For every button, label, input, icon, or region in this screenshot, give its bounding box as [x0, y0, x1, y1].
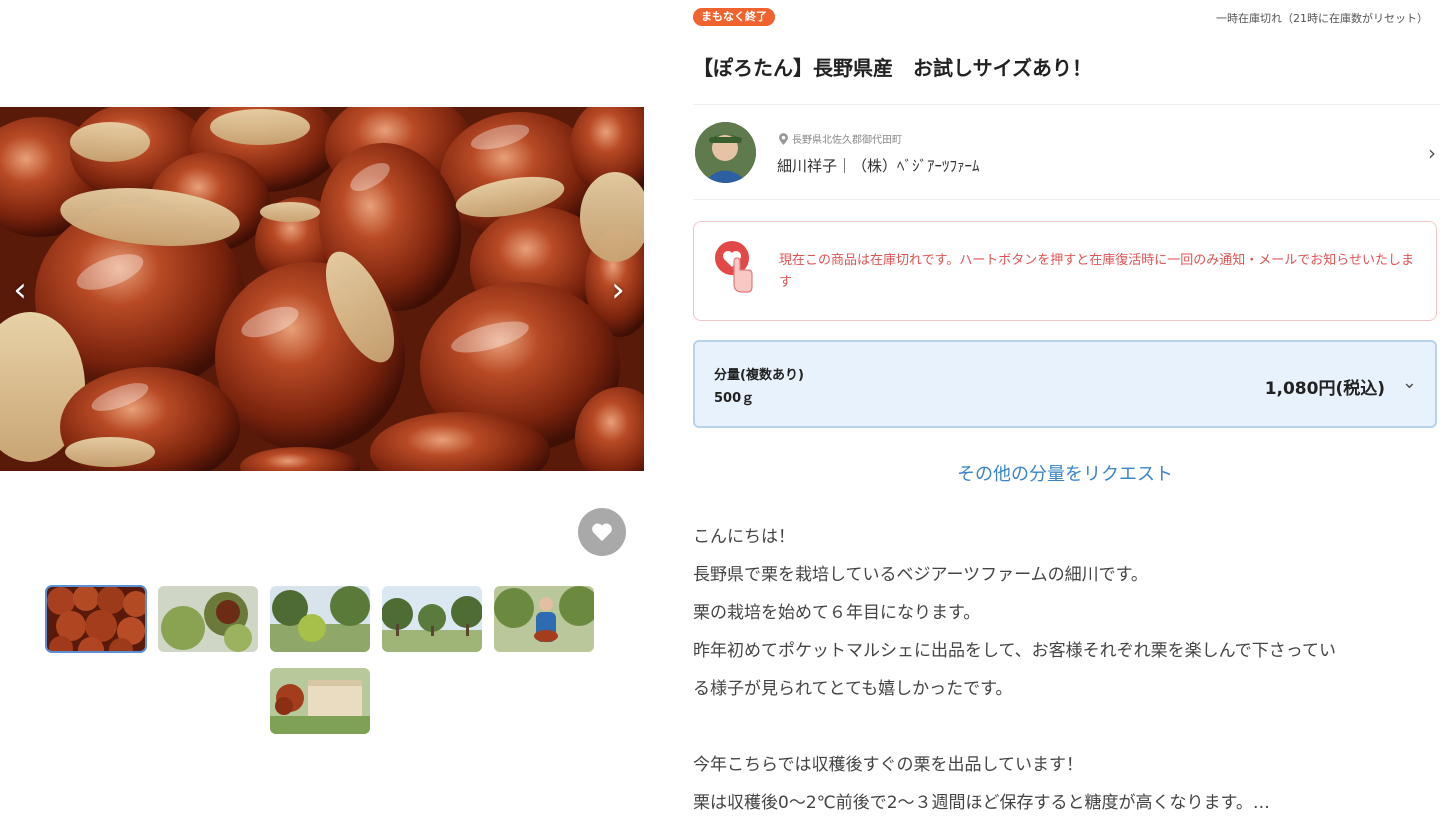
description-line: 今年こちらでは収穫後すぐの栗を出品しています！ — [693, 755, 1083, 775]
chevron-left-icon[interactable]: ‹ — [8, 270, 32, 310]
chevron-down-icon: ⌄ — [1401, 372, 1417, 393]
product-description: こんにちは！ 長野県で栗を栽培しているベジアーツファームの細川です。 栗の栽培を… — [693, 522, 1433, 826]
product-main-image — [0, 107, 644, 471]
request-other-quantity-link[interactable]: その他の分量をリクエスト — [693, 460, 1437, 486]
quantity-select[interactable]: 分量(複数あり) 500ｇ 1,080円(税込) ⌄ — [693, 340, 1437, 428]
variant-value: 500ｇ — [714, 391, 755, 406]
map-pin-icon — [779, 132, 788, 145]
avatar — [695, 122, 756, 183]
favorite-button[interactable] — [578, 508, 626, 556]
variant-label: 分量(複数あり) — [714, 368, 804, 383]
producer-card[interactable]: 長野県北佐久郡御代田町 細川祥子｜（株）ﾍﾞｼﾞｱｰﾂﾌｧｰﾑ › — [693, 104, 1440, 200]
description-line: 長野県で栗を栽培しているベジアーツファームの細川です。 — [693, 565, 1148, 585]
thumbnail-farmer-with-chestnuts[interactable] — [494, 586, 594, 652]
stock-status-note: 一時在庫切れ（21時に在庫数がリセット） — [1216, 12, 1428, 25]
description-line — [693, 712, 1433, 750]
ending-soon-badge: まもなく終了 — [693, 8, 775, 26]
heart-tap-icon — [715, 241, 753, 293]
thumbnail-chestnuts[interactable] — [45, 585, 147, 653]
producer-location: 長野県北佐久郡御代田町 — [779, 131, 902, 146]
description-line: こんにちは！ — [693, 527, 795, 547]
thumbnail-chestnut-burs[interactable] — [158, 586, 258, 652]
producer-name: 細川祥子｜（株）ﾍﾞｼﾞｱｰﾂﾌｧｰﾑ — [777, 157, 980, 175]
heart-icon — [592, 523, 612, 542]
description-line: る様子が見られてとても嬉しかったです。 — [693, 679, 1013, 699]
chevron-right-icon[interactable]: › — [1428, 141, 1436, 165]
description-line: 栗の栽培を始めて６年目になります。 — [693, 603, 981, 623]
product-title: 【ぽろたん】長野県産 お試しサイズあり！ — [693, 56, 1092, 80]
product-page: ‹ › まもなく終了 一時在庫切れ（21時に在庫数がリセット） 【ぽろたん】長野… — [0, 0, 1440, 832]
description-line: 栗は収穫後0〜2℃前後で2〜３週間ほど保存すると糖度が高くなります。… — [693, 793, 1270, 813]
thumbnail-chestnut-bur-tree[interactable] — [270, 586, 370, 652]
chestnuts-photo — [0, 107, 644, 471]
notice-text: 現在この商品は在庫切れです。ハートボタンを押すと在庫復活時に一回のみ通知・メール… — [779, 253, 1415, 290]
description-line: 昨年初めてポケットマルシェに出品をして、お客様それぞれ栗を楽しんで下さってい — [693, 641, 1336, 661]
thumbnail-chestnut-orchard[interactable] — [382, 586, 482, 652]
thumbnail-gift-box[interactable] — [270, 668, 370, 734]
variant-price: 1,080円(税込) — [1264, 379, 1385, 399]
chevron-right-icon[interactable]: › — [606, 270, 630, 310]
producer-location-text: 長野県北佐久郡御代田町 — [792, 135, 902, 146]
out-of-stock-notice: 現在この商品は在庫切れです。ハートボタンを押すと在庫復活時に一回のみ通知・メール… — [693, 221, 1437, 321]
